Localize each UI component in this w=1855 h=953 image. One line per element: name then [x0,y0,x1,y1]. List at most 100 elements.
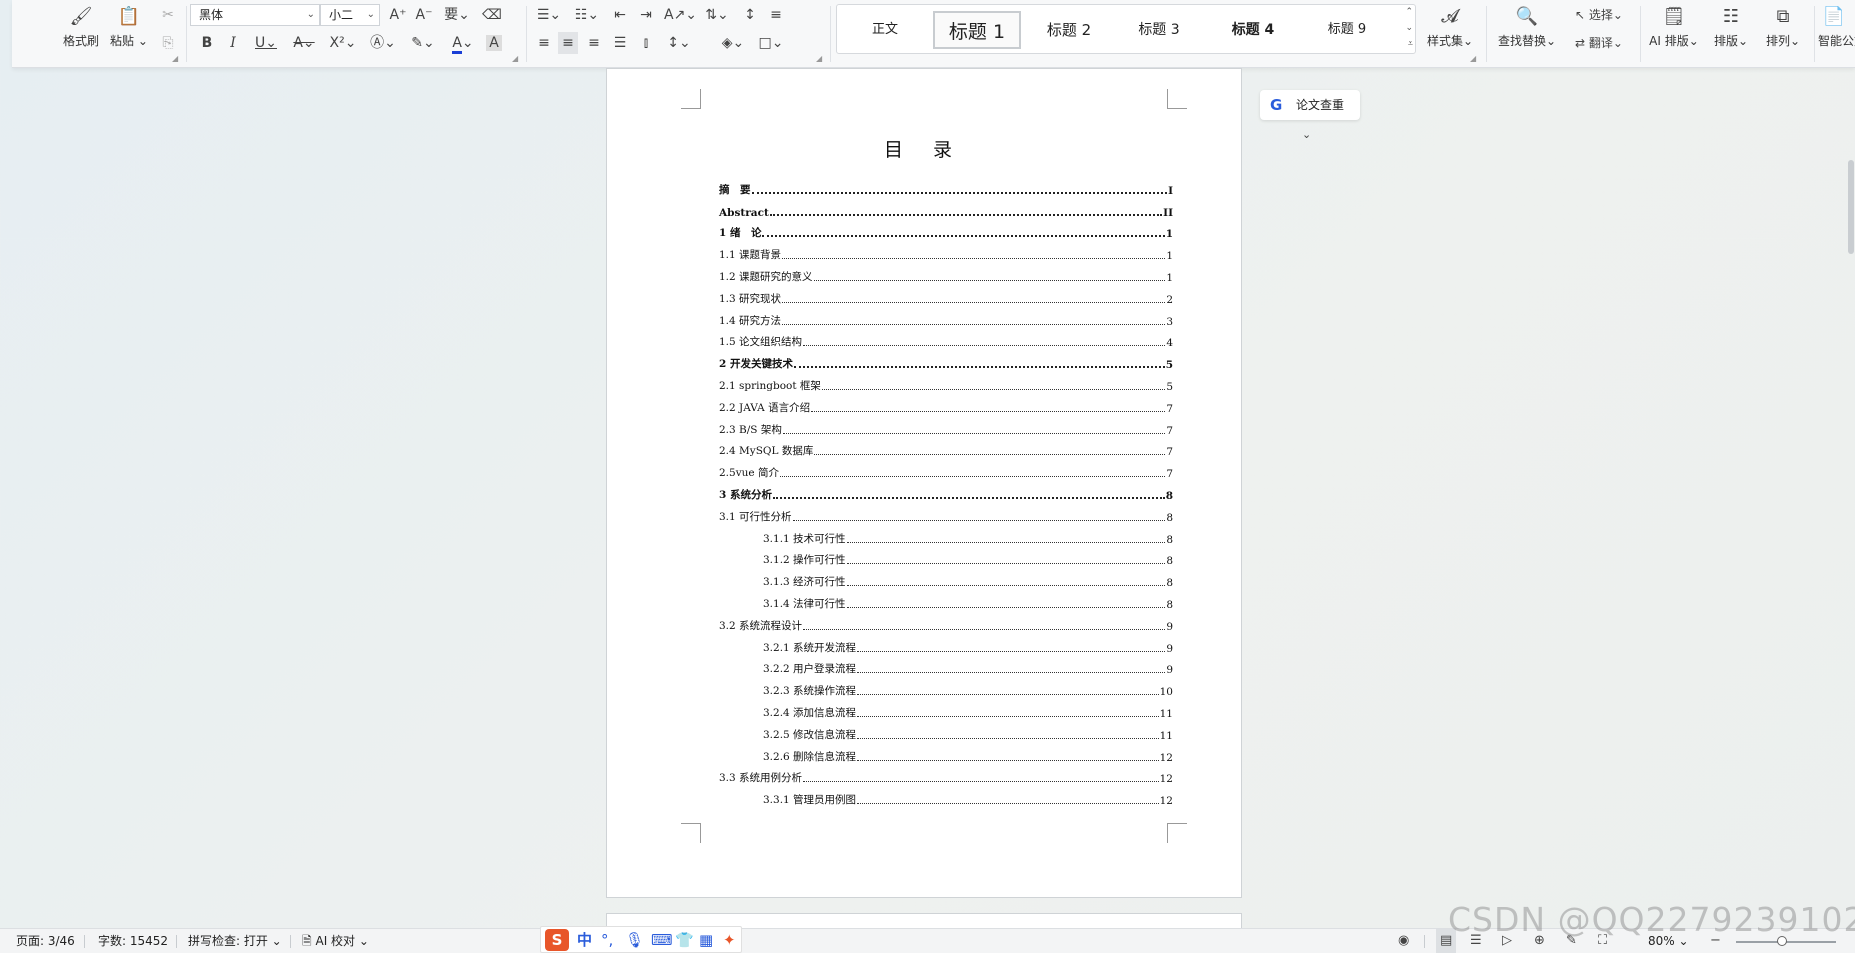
toc-entry[interactable]: 2.4 MySQL 数据库 7 [719,437,1173,458]
superscript-button[interactable]: X²⌄ [328,32,358,54]
eye-icon[interactable]: ◉ [1398,929,1409,953]
translate-button[interactable]: ⇄ 翻译⌄ [1566,32,1632,54]
toc-entry[interactable]: 3.2.5 修改信息流程 11 [719,720,1173,742]
numbered-list-icon[interactable]: ☷⌄ [572,4,602,26]
toc-entry[interactable]: 2.2 JAVA 语言介绍 7 [719,393,1173,415]
keyboard-icon[interactable]: ⌨ [651,929,673,951]
toc-entry[interactable]: 3.1.4 法律可行性 8 [719,589,1173,611]
document-page[interactable]: 目 录 摘 要 I Abstract II 1 绪 论 1 1.1 课题背景 1 1.2 课题研… [606,68,1242,898]
sort-az-icon[interactable]: ↕ [740,4,760,26]
find-replace-button[interactable]: 🔍 查找替换⌄ [1492,0,1562,49]
decrease-indent-icon[interactable]: ⇤ [610,4,630,26]
style-heading-1[interactable]: 标题 1 [933,11,1021,49]
style-heading-4[interactable]: 标题 4 [1217,11,1289,49]
toc-entry[interactable]: 3.2.6 删除信息流程 12 [719,742,1173,764]
style-set-button[interactable]: 𝓐 样式集⌄ [1422,0,1478,49]
show-marks-icon[interactable]: ≡ [766,4,786,26]
sort-icon[interactable]: ⇅⌄ [702,4,732,26]
toc-entry[interactable]: 1.5 论文组织结构 4 [719,328,1173,349]
grow-font-icon[interactable]: A⁺ [388,4,408,26]
border-icon[interactable]: □⌄ [756,32,786,54]
toc-entry[interactable]: 3.2.1 系统开发流程 9 [719,633,1173,655]
align-center-icon[interactable]: ≡ [558,32,578,54]
toc-entry[interactable]: 3.1.1 技术可行性 8 [719,524,1173,546]
shrink-font-icon[interactable]: A⁻ [414,4,434,26]
style-normal[interactable]: 正文 [855,11,915,49]
punctuation-icon[interactable]: °, [601,929,613,951]
toc-entry[interactable]: 2.3 B/S 架构 7 [719,415,1173,437]
underline-button[interactable]: U⌄ [252,32,280,54]
font-family-select[interactable]: 黑体 ⌄ [190,4,320,26]
toc-entry[interactable]: 3.3 系统用例分析 12 [719,764,1173,785]
phonetic-guide-icon[interactable]: 要⌄ [442,4,472,26]
chevron-down-icon[interactable]: ⌄ [1302,128,1311,141]
gallery-up-icon[interactable]: ⌃ [1405,7,1413,17]
font-color-icon[interactable]: A⌄ [448,32,478,54]
highlight-icon[interactable]: ✎⌄ [408,32,438,54]
smart-office-button[interactable]: 📄 智能公文 [1818,0,1855,49]
sogou-logo-icon[interactable]: S [545,929,569,951]
style-heading-9[interactable]: 标题 9 [1311,11,1383,49]
format-painter-button[interactable]: 🖌 格式刷 [56,0,106,49]
toc-entry[interactable]: 2.5vue 简介 7 [719,458,1173,480]
ai-proofread-button[interactable]: 🗎 AI 校对 ⌄ [302,929,369,953]
skin-icon[interactable]: 👕 [675,929,694,951]
strikethrough-button[interactable]: A⌄ [290,32,318,54]
ime-extra-icon[interactable]: ✦ [723,929,736,951]
char-shading-icon[interactable]: A [484,32,504,54]
spell-check-toggle[interactable]: 拼写检查: 打开 ⌄ [188,929,282,953]
toc-entry[interactable]: 1.3 研究现状 2 [719,284,1173,306]
toc-entry[interactable]: 3.1 可行性分析 8 [719,502,1173,524]
toc-entry[interactable]: 摘 要I [719,175,1173,197]
styles-launcher-icon[interactable]: ◢ [1470,54,1476,63]
line-spacing-icon[interactable]: ↕⌄ [664,32,694,54]
align-left-icon[interactable]: ≡ [534,32,554,54]
text-direction-icon[interactable]: A↗⌄ [664,4,697,26]
paste-button[interactable]: 📋 粘贴 ⌄ [104,0,154,49]
ime-mode[interactable]: 中 [577,929,592,951]
page-indicator[interactable]: 页面: 3/46 [16,929,75,953]
arrange-button[interactable]: ⧉ 排列⌄ [1758,0,1808,49]
word-count[interactable]: 字数: 15452 [98,929,168,953]
increase-indent-icon[interactable]: ⇥ [636,4,656,26]
toc-entry[interactable]: 3.2.2 用户登录流程 9 [719,655,1173,676]
scrollbar-thumb[interactable] [1848,160,1854,254]
layout-button[interactable]: ☷ 排版⌄ [1706,0,1756,49]
style-heading-3[interactable]: 标题 3 [1123,11,1195,49]
microphone-icon[interactable]: 🎙 [625,929,644,951]
text-effect-icon[interactable]: Ⓐ⌄ [368,32,398,54]
toc-entry[interactable]: 3.1.3 经济可行性 8 [719,567,1173,589]
select-button[interactable]: ↖ 选择⌄ [1566,4,1632,26]
bold-button[interactable]: B [198,32,216,54]
toc-entry[interactable]: 3.3.1 管理员用例图 12 [719,785,1173,807]
shading-icon[interactable]: ◈⌄ [718,32,748,54]
vertical-scrollbar[interactable] [1846,68,1855,928]
italic-button[interactable]: I [224,32,242,54]
toolbox-icon[interactable]: ▦ [699,929,713,951]
style-heading-2[interactable]: 标题 2 [1033,11,1105,49]
copy-icon[interactable]: ⎘ [158,32,178,54]
toc-entry[interactable]: 1 绪 论 1 [719,219,1173,240]
toc-entry[interactable]: Abstract II [719,197,1173,219]
clipboard-launcher-icon[interactable]: ◢ [172,54,178,63]
plagiarism-check-button[interactable]: G 论文查重 [1260,90,1360,120]
gallery-expand-icon[interactable]: ⩡ [1408,39,1413,49]
clear-format-icon[interactable]: ⌫ [482,4,502,26]
toc-entry[interactable]: 2.1 springboot 框架 5 [719,371,1173,393]
justify-icon[interactable]: ☰ [610,32,630,54]
toc-entry[interactable]: 3 系统分析 8 [719,480,1173,502]
distribute-icon[interactable]: ⫾ [636,32,656,54]
toc-entry[interactable]: 3.2.3 系统操作流程 10 [719,676,1173,698]
gallery-down-icon[interactable]: ⌄ [1405,23,1413,33]
toc-entry[interactable]: 3.2 系统流程设计 9 [719,611,1173,633]
toc-entry[interactable]: 2 开发关键技术 5 [719,349,1173,371]
toc-entry[interactable]: 3.1.2 操作可行性 8 [719,546,1173,567]
bullet-list-icon[interactable]: ☰⌄ [534,4,564,26]
ai-layout-button[interactable]: 🗒 AI 排版⌄ [1644,0,1704,49]
cut-icon[interactable]: ✂ [158,4,178,26]
toc-entry[interactable]: 1.4 研究方法 3 [719,306,1173,328]
toc-entry[interactable]: 3.2.4 添加信息流程 11 [719,698,1173,720]
font-size-select[interactable]: 小二 ⌄ [320,4,380,26]
font-launcher-icon[interactable]: ◢ [512,54,518,63]
align-right-icon[interactable]: ≡ [584,32,604,54]
